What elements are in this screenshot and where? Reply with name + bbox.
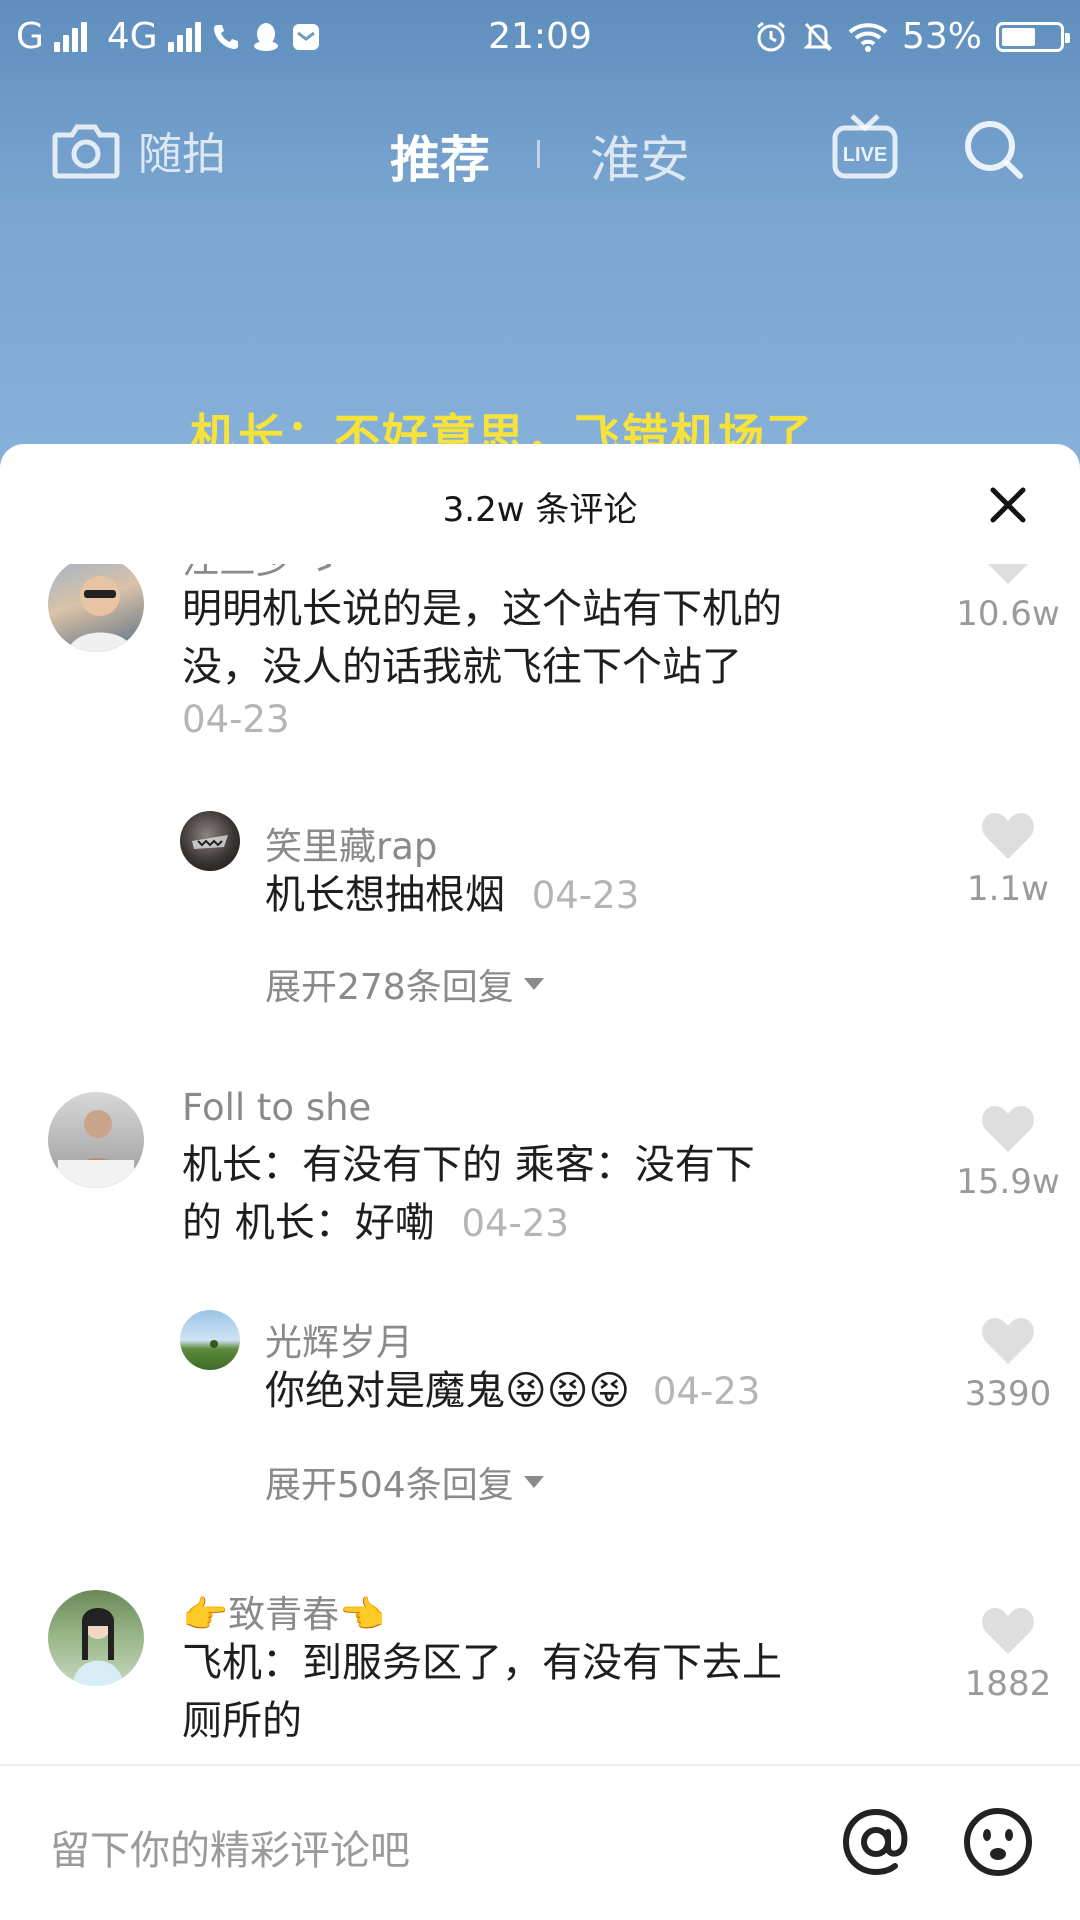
reply-like-button[interactable]: 3390	[948, 1314, 1068, 1414]
battery-percent: 53%	[901, 16, 982, 57]
top-navigation: 随拍 推荐 淮安 LIVE	[0, 100, 1080, 200]
comment-text-line: 的 机长：好嘞	[182, 1200, 435, 1246]
emoji-button[interactable]	[962, 1806, 1034, 1882]
camera-icon	[52, 124, 120, 179]
expand-replies-button[interactable]: 展开504条回复	[265, 1456, 544, 1508]
smiley-icon	[964, 1808, 1032, 1876]
comments-header: 3.2w 条评论	[0, 444, 1080, 564]
heart-icon	[988, 564, 1028, 584]
comment-text: 飞机：到服务区了，有没有下去上 厕所的	[182, 1634, 882, 1750]
battery-icon	[996, 21, 1070, 52]
close-icon	[990, 487, 1026, 523]
reply-text-content: 你绝对是魔鬼	[265, 1368, 505, 1414]
expand-replies-label: 展开278条回复	[265, 967, 514, 1008]
comments-sheet: 3.2w 条评论 江三少 ゞ 明明机长说的是，这个站有下机的 没，没人的话我就飞…	[0, 444, 1080, 1920]
comment-text-line: 厕所的	[182, 1698, 302, 1744]
search-icon	[965, 121, 1023, 179]
pointing-right-icon: 👉	[182, 1593, 229, 1636]
pointing-left-icon: 👈	[339, 1593, 386, 1636]
like-button[interactable]: 1882	[948, 1604, 1068, 1704]
like-count: 1.1w	[967, 869, 1049, 909]
comment-author[interactable]: Foll to she	[182, 1086, 371, 1129]
comment-list[interactable]: 江三少 ゞ 明明机长说的是，这个站有下机的 没，没人的话我就飞往下个站了 04-…	[0, 564, 1080, 1764]
mention-button[interactable]	[840, 1806, 912, 1882]
comment-input-bar: 留下你的精彩评论吧	[0, 1764, 1080, 1920]
status-right: 53%	[754, 16, 1070, 57]
avatar[interactable]	[48, 1092, 144, 1188]
reply-avatar[interactable]	[180, 811, 240, 871]
comment-text: 机长：有没有下的 乘客：没有下 的 机长：好嘞 04-23	[182, 1136, 882, 1253]
comment-author[interactable]: 👉致青春👈	[182, 1584, 385, 1638]
comment-text-line: 明明机长说的是，这个站有下机的	[182, 586, 782, 632]
like-button[interactable]: 15.9w	[948, 1102, 1068, 1202]
mute-bell-icon	[803, 22, 833, 51]
chevron-down-icon	[523, 978, 544, 990]
heart-icon	[982, 1608, 1034, 1654]
search-button[interactable]	[962, 118, 1026, 186]
reply-date: 04-23	[531, 874, 640, 917]
heart-icon	[982, 1106, 1034, 1152]
tab-recommend[interactable]: 推荐	[390, 120, 490, 192]
reply-emoji: 😝😝😝	[505, 1368, 631, 1414]
like-count: 1882	[964, 1664, 1052, 1704]
heart-icon	[982, 813, 1034, 859]
avatar[interactable]	[48, 564, 144, 652]
reply-date: 04-23	[652, 1370, 761, 1413]
comment-text-line: 机长：有没有下的 乘客：没有下	[182, 1142, 755, 1188]
expand-replies-label: 展开504条回复	[265, 1465, 514, 1506]
comments-title: 3.2w 条评论	[442, 490, 638, 530]
reply-like-button[interactable]: 1.1w	[948, 809, 1068, 909]
chevron-down-icon	[523, 1476, 544, 1488]
reply-text: 机长想抽根烟 04-23	[265, 866, 825, 925]
like-count: 10.6w	[956, 594, 1060, 634]
comment-input[interactable]: 留下你的精彩评论吧	[50, 1818, 410, 1876]
comment-date: 04-23	[461, 1202, 569, 1245]
alarm-icon	[757, 21, 785, 51]
tab-divider	[537, 140, 540, 168]
tab-local[interactable]: 淮安	[590, 120, 690, 192]
comment-author-name: 致青春	[228, 1593, 340, 1636]
avatar[interactable]	[48, 1590, 144, 1686]
close-button[interactable]	[985, 482, 1031, 528]
comment-text-line-2: 的 机长：好嘞 04-23	[182, 1194, 882, 1253]
comment-text: 明明机长说的是，这个站有下机的 没，没人的话我就飞往下个站了	[182, 580, 882, 696]
like-count: 3390	[964, 1374, 1052, 1414]
at-icon	[842, 1808, 908, 1876]
status-bar: G 4G 21:09 53%	[0, 0, 1080, 76]
reply-author[interactable]: 光辉岁月	[265, 1312, 413, 1366]
reply-author[interactable]: 笑里藏rap	[265, 816, 437, 870]
like-count: 15.9w	[956, 1162, 1060, 1202]
expand-replies-button[interactable]: 展开278条回复	[265, 958, 544, 1010]
comment-text-line: 飞机：到服务区了，有没有下去上	[182, 1640, 782, 1686]
like-button[interactable]: 10.6w	[948, 564, 1068, 634]
reply-text-content: 机长想抽根烟	[265, 872, 505, 918]
live-button[interactable]: LIVE	[832, 112, 898, 184]
comment-text-line: 没，没人的话我就飞往下个站了	[182, 644, 742, 690]
camera-label: 随拍	[138, 129, 226, 180]
svg-text:LIVE: LIVE	[843, 144, 887, 166]
comment-date: 04-23	[182, 698, 290, 741]
live-icon: LIVE	[832, 114, 898, 179]
wifi-icon	[848, 22, 888, 52]
reply-avatar[interactable]	[180, 1310, 240, 1370]
camera-shoot-button[interactable]: 随拍	[52, 118, 226, 182]
reply-text: 你绝对是魔鬼😝😝😝 04-23	[265, 1362, 885, 1421]
heart-icon	[982, 1318, 1034, 1364]
